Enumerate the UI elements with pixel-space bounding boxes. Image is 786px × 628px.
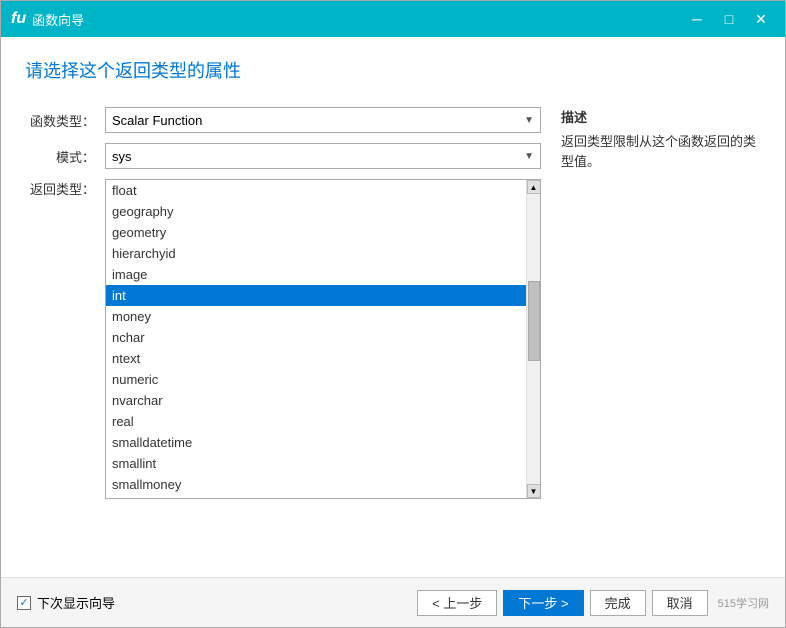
maximize-button[interactable]: □ <box>715 8 743 30</box>
footer: 下次显示向导 < 上一步 下一步 > 完成 取消 515学习网 <box>1 577 785 627</box>
close-button[interactable]: ✕ <box>747 8 775 30</box>
mode-value: sys <box>112 149 132 164</box>
window-content: 请选择这个返回类型的属性 函数类型： Scalar Function ▼ 模式：… <box>1 37 785 577</box>
finish-button[interactable]: 完成 <box>590 590 646 616</box>
description-area: 描述 返回类型限制从这个函数返回的类型值。 <box>561 107 761 577</box>
return-type-listbox-container: floatgeographygeometryhierarchyidimagein… <box>105 179 541 499</box>
list-item[interactable]: smallint <box>106 453 526 474</box>
next-button[interactable]: 下一步 > <box>503 590 583 616</box>
title-bar-controls: ─ □ ✕ <box>683 8 775 30</box>
footer-right: < 上一步 下一步 > 完成 取消 515学习网 <box>417 590 769 616</box>
list-item[interactable]: hierarchyid <box>106 243 526 264</box>
list-item[interactable]: geography <box>106 201 526 222</box>
footer-left: 下次显示向导 <box>17 593 115 612</box>
minimize-button[interactable]: ─ <box>683 8 711 30</box>
function-type-row: 函数类型： Scalar Function ▼ <box>25 107 541 133</box>
show-wizard-label: 下次显示向导 <box>37 593 115 612</box>
mode-select[interactable]: sys ▼ <box>105 143 541 169</box>
form-area: 函数类型： Scalar Function ▼ 模式： sys ▼ <box>25 107 761 577</box>
list-item[interactable]: int <box>106 285 526 306</box>
function-type-value: Scalar Function <box>112 113 202 128</box>
list-item[interactable]: image <box>106 264 526 285</box>
description-title: 描述 <box>561 107 761 126</box>
description-text: 返回类型限制从这个函数返回的类型值。 <box>561 132 761 171</box>
title-bar-left: fu 函数向导 <box>11 10 84 29</box>
page-title: 请选择这个返回类型的属性 <box>25 57 761 83</box>
list-item[interactable]: nchar <box>106 327 526 348</box>
function-type-arrow: ▼ <box>524 115 534 126</box>
list-item[interactable]: sql_variant <box>106 495 526 498</box>
wizard-window: fu 函数向导 ─ □ ✕ 请选择这个返回类型的属性 函数类型： Scalar … <box>0 0 786 628</box>
return-type-label: 返回类型： <box>25 179 95 198</box>
scroll-track <box>527 194 541 484</box>
scroll-up-btn[interactable]: ▲ <box>527 180 541 194</box>
back-button[interactable]: < 上一步 <box>417 590 497 616</box>
list-item[interactable]: real <box>106 411 526 432</box>
scroll-thumb[interactable] <box>528 281 540 361</box>
window-title: 函数向导 <box>32 10 84 29</box>
list-item[interactable]: nvarchar <box>106 390 526 411</box>
list-item[interactable]: ntext <box>106 348 526 369</box>
function-type-label: 函数类型： <box>25 111 95 130</box>
scroll-down-btn[interactable]: ▼ <box>527 484 541 498</box>
return-type-row: 返回类型： floatgeographygeometryhierarchyidi… <box>25 179 541 499</box>
mode-label: 模式： <box>25 147 95 166</box>
form-left: 函数类型： Scalar Function ▼ 模式： sys ▼ <box>25 107 541 577</box>
scrollbar[interactable]: ▲ ▼ <box>526 180 540 498</box>
list-item[interactable]: smalldatetime <box>106 432 526 453</box>
mode-arrow: ▼ <box>524 151 534 162</box>
watermark: 515学习网 <box>718 595 769 611</box>
list-item[interactable]: geometry <box>106 222 526 243</box>
show-wizard-checkbox[interactable] <box>17 596 31 610</box>
list-item[interactable]: float <box>106 180 526 201</box>
cancel-button[interactable]: 取消 <box>652 590 708 616</box>
function-type-select[interactable]: Scalar Function ▼ <box>105 107 541 133</box>
return-type-listbox[interactable]: floatgeographygeometryhierarchyidimagein… <box>106 180 526 498</box>
list-item[interactable]: numeric <box>106 369 526 390</box>
app-icon: fu <box>11 10 26 28</box>
title-bar: fu 函数向导 ─ □ ✕ <box>1 1 785 37</box>
list-item[interactable]: money <box>106 306 526 327</box>
list-item[interactable]: smallmoney <box>106 474 526 495</box>
mode-row: 模式： sys ▼ <box>25 143 541 169</box>
